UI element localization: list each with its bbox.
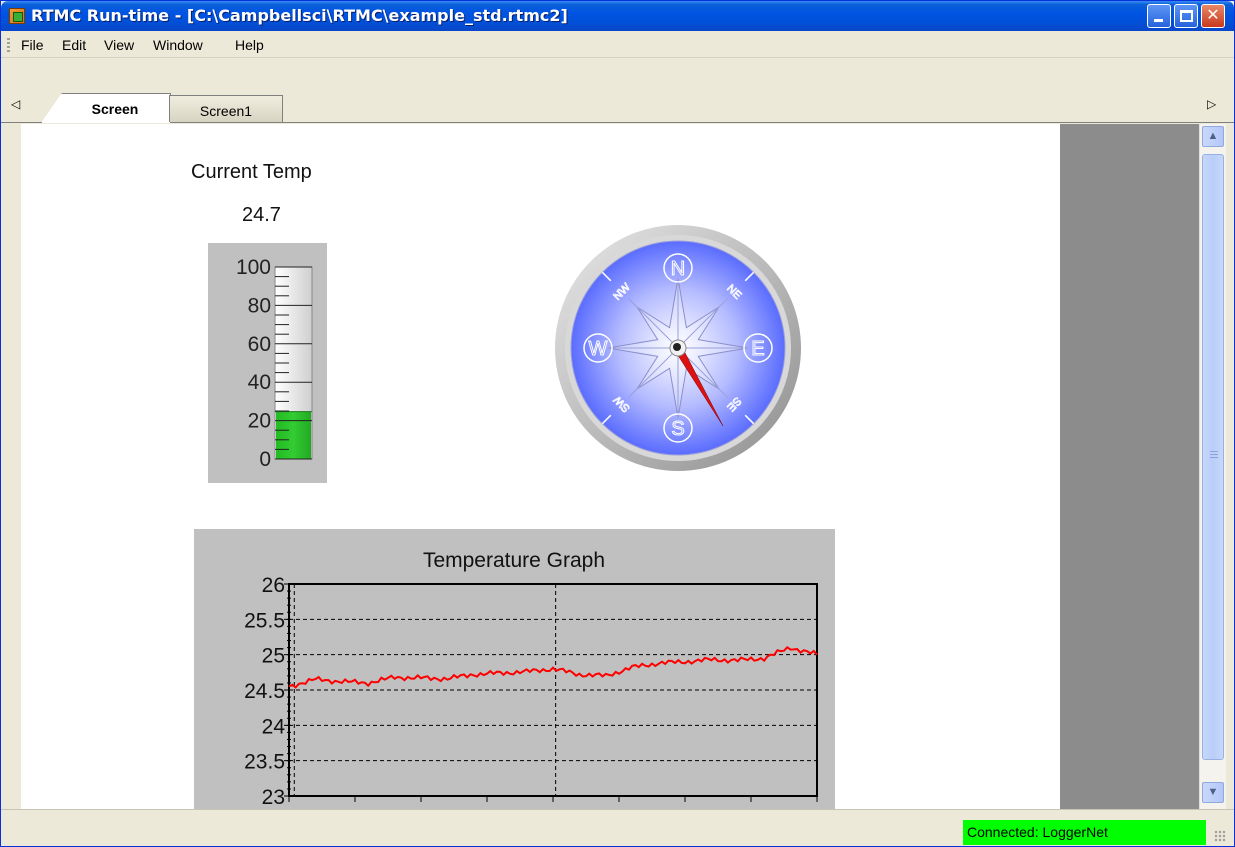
graph-y-tick-label: 24.5	[244, 680, 285, 703]
vertical-scrollbar[interactable]: ▲ ▼	[1199, 124, 1226, 809]
thermometer-tick-label: 60	[248, 333, 271, 356]
thermometer-gauge[interactable]: 100 80 60 40 20 0	[208, 243, 327, 483]
scroll-up-button[interactable]: ▲	[1202, 126, 1224, 147]
chevron-up-icon: ▲	[1207, 130, 1219, 142]
thermometer-svg: 100 80 60 40 20 0	[236, 256, 313, 471]
thermometer-tick-label: 40	[248, 371, 271, 394]
tab-scroll-right-icon[interactable]: ▷	[1207, 97, 1216, 111]
compass-svg: NESWNESESWNW	[555, 225, 801, 471]
application-window: RTMC Run-time - [C:\Campbellsci\RTMC\exa…	[0, 0, 1235, 847]
tab-scroll-left-icon[interactable]: ◁	[11, 97, 20, 111]
thermometer-tick-label: 100	[236, 256, 271, 279]
menu-file[interactable]: File	[21, 37, 44, 53]
menu-help[interactable]: Help	[235, 37, 264, 53]
compass-cardinal-label: W	[589, 338, 608, 360]
graph-y-tick-label: 23	[262, 786, 285, 809]
menu-view[interactable]: View	[104, 37, 134, 53]
title-bar[interactable]: RTMC Run-time - [C:\Campbellsci\RTMC\exa…	[1, 1, 1234, 31]
temperature-graph[interactable]: Temperature Graph 26 25.5 25 24.5 24 23.5 23	[194, 529, 835, 809]
maximize-icon	[1180, 10, 1193, 22]
graph-y-tick-label: 25.5	[244, 609, 285, 632]
menu-bar: File Edit View Window Help	[1, 31, 1234, 58]
scroll-down-button[interactable]: ▼	[1202, 782, 1224, 803]
thermometer-tick-label: 80	[248, 294, 271, 317]
compass-cardinal-label: E	[751, 338, 764, 360]
graph-y-tick-label: 24	[262, 715, 286, 738]
thermometer-fill	[276, 411, 311, 459]
minimize-button[interactable]	[1147, 4, 1171, 28]
canvas-gray-margin	[1060, 124, 1199, 809]
close-icon: ✕	[1206, 7, 1220, 24]
wind-compass[interactable]: N E S W NE SE SW NW	[554, 224, 802, 472]
graph-y-tick-label: 23.5	[244, 751, 285, 774]
status-bar: Connected: LoggerNet	[1, 809, 1234, 846]
maximize-button[interactable]	[1174, 4, 1198, 28]
connection-status: Connected: LoggerNet	[963, 820, 1206, 845]
app-icon[interactable]	[9, 8, 25, 24]
graph-y-tick-label: 26	[262, 574, 285, 597]
window-title: RTMC Run-time - [C:\Campbellsci\RTMC\exa…	[31, 6, 568, 25]
chevron-down-icon: ▼	[1207, 786, 1219, 798]
thermometer-tick-label: 20	[248, 410, 271, 433]
temperature-graph-svg: Temperature Graph 26 25.5 25 24.5 24 23.5 23	[244, 549, 818, 809]
tab-screen1[interactable]: Screen1	[169, 95, 283, 122]
menu-edit[interactable]: Edit	[62, 37, 86, 53]
close-button[interactable]: ✕	[1201, 4, 1225, 28]
graph-title: Temperature Graph	[423, 549, 605, 572]
thermometer-value: 24.7	[242, 204, 281, 226]
compass-cardinal-label: S	[671, 418, 684, 440]
menu-window[interactable]: Window	[153, 37, 203, 53]
thermometer-title: Current Temp	[191, 161, 312, 183]
scroll-thumb[interactable]	[1202, 154, 1224, 760]
compass-hub-center	[673, 343, 681, 351]
graph-y-tick-label: 25	[262, 645, 285, 668]
resize-grip-icon[interactable]	[1214, 830, 1226, 842]
screen-tab-strip: ◁ Screen Screen1 ▷	[1, 89, 1234, 123]
minimize-icon	[1154, 19, 1163, 22]
toolbar-grip-icon[interactable]	[7, 38, 10, 52]
compass-cardinal-label: N	[671, 258, 685, 280]
screen-canvas: Current Temp 24.7 100 80 60 40 20 0 N E S W NE SE S…	[21, 124, 1060, 809]
tab-screen[interactable]: Screen	[41, 93, 171, 123]
thermometer-tick-label: 0	[259, 448, 271, 471]
